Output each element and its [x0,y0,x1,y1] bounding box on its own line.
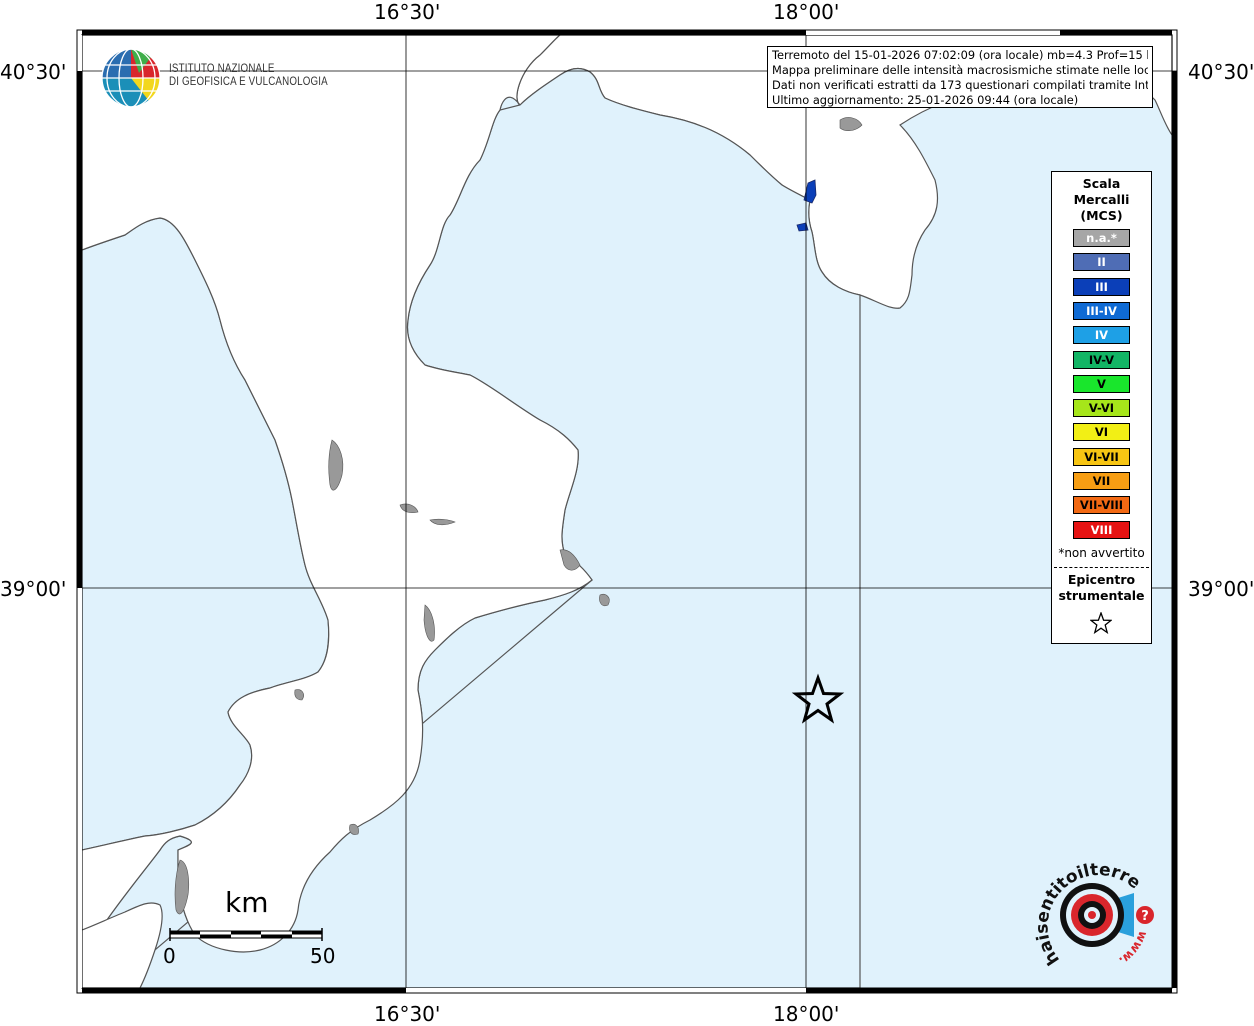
event-info-line: Ultimo aggiornamento: 25-01-2026 09:44 (… [772,93,1079,107]
ingv-line2: DI GEOFISICA E VULCANOLOGIA [169,76,328,88]
ingv-line1: ISTITUTO NAZIONALE [169,63,275,75]
mcs-legend: Scala Mercalli (MCS) n.a.* II III III-IV IV I… [1051,171,1152,644]
legend-epicenter-line: Epicentro [1067,572,1136,587]
svg-text:?: ? [1141,909,1149,924]
legend-item: III-IV [1073,301,1130,320]
legend-item: VII-VIII [1073,496,1130,515]
legend-item: VI [1073,423,1130,442]
legend-item: VI-VII [1073,447,1130,466]
event-info-line: Terremoto del 15-01-2026 07:02:09 (ora l… [772,48,1148,62]
legend-item: n.a.* [1073,229,1130,247]
event-info-line: Mappa preliminare delle intensità macros… [772,63,1148,77]
legend-separator [1054,567,1149,568]
lat-label-left-3900: 39°00' [0,577,67,601]
lon-label-top-1630: 16°30' [374,0,441,24]
legend-item: VII [1073,472,1130,490]
legend-title-line: Scala [1082,176,1121,191]
event-info-line: Dati non verificati estratti da 173 ques… [772,78,1148,92]
legend-item: III [1073,277,1130,296]
lon-label-bottom-1800: 18°00' [773,1002,840,1026]
legend-item: V [1073,374,1130,393]
legend-title-line: (MCS) [1080,208,1123,223]
lat-label-right-3900: 39°00' [1188,577,1254,601]
lon-label-bottom-1630: 16°30' [374,1002,441,1026]
lat-label-right-4030: 40°30' [1188,60,1254,84]
scale-bar-unit: km [225,886,269,919]
event-info-box: Terremoto del 15-01-2026 07:02:09 (ora l… [767,46,1153,108]
legend-epicenter-line: strumentale [1058,588,1145,603]
legend-star-icon [1090,612,1112,634]
legend-epicenter-label: Epicentro strumentale [1052,572,1151,604]
scale-bar-end: 50 [310,944,336,968]
legend-item: II [1073,253,1130,272]
legend-item: IV-V [1073,350,1130,369]
lat-label-left-4030: 40°30' [0,60,67,84]
legend-item: IV [1073,326,1130,345]
scale-bar-start: 0 [163,944,176,968]
lon-label-top-1800: 18°00' [773,0,840,24]
legend-footnote: *non avvertito [1058,546,1145,560]
ingv-logo-globe [101,48,161,108]
legend-item: VIII [1073,520,1130,539]
legend-title: Scala Mercalli (MCS) [1052,176,1151,224]
ingv-logo-text: ISTITUTO NAZIONALE DI GEOFISICA E VULCAN… [169,63,328,89]
legend-title-line: Mercalli [1073,192,1130,207]
legend-item: V-VI [1073,399,1130,418]
